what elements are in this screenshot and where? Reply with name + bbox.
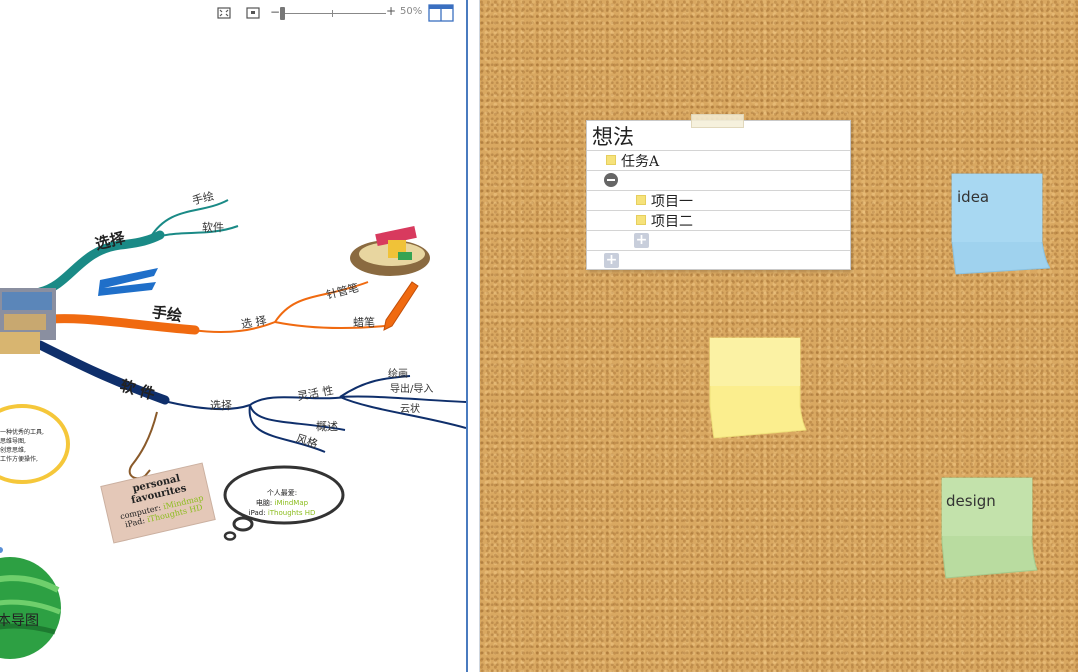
add-sub-item-button[interactable]: + [634,233,649,248]
checklist-add-row[interactable]: + [587,251,850,271]
callout-line: 工作方便操作, [0,456,38,463]
crayon-box-illustration [350,225,430,276]
sticky-note-text[interactable]: design [946,492,996,510]
checklist-item[interactable]: 任务A [587,151,850,171]
split-layout-icon[interactable] [428,4,454,22]
checkbox-icon[interactable] [606,155,616,165]
app-window: 选择 手绘 软件 手绘 选 择 针管笔 蜡笔 软 件 选择 灵活 性 概述 风格… [0,0,1078,672]
leaf-label-software[interactable]: 软件 [202,219,224,235]
leaf-label-painting[interactable]: 绘画 [388,365,408,380]
thought-bubble-tail-2 [223,531,237,541]
thought-bubble-line-2: iPad: iThoughts HD [236,508,328,518]
globe-label[interactable]: 本导图 [0,610,39,630]
zoom-percent: 50% [400,6,423,17]
callout-line: 一种优秀的工具, [0,429,44,436]
thought-bubble-line-2-value: iThoughts HD [267,509,316,517]
thought-bubble-line-1-value: iMindMap [274,499,309,507]
thought-bubble-text: 个人最爱: 电脑: iMindMap iPad: iThoughts HD [236,488,328,518]
brush-stroke-decoration [98,268,158,296]
checklist-item-text[interactable]: 项目一 [651,191,693,211]
checkbox-icon[interactable] [636,195,646,205]
leaf-label-cloud[interactable]: 云状 [400,400,420,415]
branch-label-hand-drawn[interactable]: 手绘 [151,301,184,326]
leaf-label-select-3[interactable]: 选择 [210,397,232,413]
globe-node[interactable] [0,557,61,659]
thought-bubble-line-1-label: 电脑: [255,499,273,507]
collapse-icon[interactable] [604,173,618,187]
globe-dot [0,547,3,553]
callout-line: 思维导图, [0,438,26,445]
sticky-note-text[interactable]: idea [957,188,989,206]
checkbox-icon[interactable] [636,215,646,225]
checklist-item[interactable]: 项目二 [587,211,850,231]
thought-bubble-line-2-label: iPad: [248,509,266,517]
fit-screen-icon[interactable] [216,5,232,21]
zoom-slider-handle[interactable] [280,7,285,20]
add-item-button[interactable]: + [604,253,619,268]
checklist-item-text[interactable]: 任务A [621,151,659,171]
checklist-group-row[interactable] [587,171,850,191]
checklist-item[interactable]: 项目一 [587,191,850,211]
checklist-item-text[interactable]: 项目二 [651,211,693,231]
zoom-in-button[interactable]: + [386,4,396,18]
mindmap-pane[interactable]: 选择 手绘 软件 手绘 选 择 针管笔 蜡笔 软 件 选择 灵活 性 概述 风格… [0,0,466,672]
zoom-slider-tick [332,10,333,17]
sticky-note-shape [709,337,807,439]
mindmap-canvas[interactable] [0,0,466,672]
zoom-toolbar: − + 50% [212,3,456,23]
cork-board[interactable]: 想法 任务A 项目一 项目二 + + idea design [480,0,1078,672]
checklist-add-sub-row[interactable]: + [587,231,850,251]
sticky-note-design[interactable]: design [940,476,1040,582]
frame-icon[interactable] [245,5,261,21]
thought-bubble-title: 个人最爱: [266,489,298,497]
crayon-icon [383,281,419,331]
thought-bubble-line-1: 电脑: iMindMap [236,498,328,508]
callout-line: 创意思维, [0,447,26,454]
leaf-label-overview[interactable]: 概述 [316,418,338,434]
checklist-title[interactable]: 想法 [592,121,634,151]
tape-strip [691,114,744,128]
leaf-label-crayon[interactable]: 蜡笔 [353,314,375,330]
pane-divider[interactable] [466,0,480,672]
zoom-out-button[interactable]: − [270,5,280,19]
callout-yellow-text: 一种优秀的工具, 思维导图, 创意思维, 工作方便操作, [0,428,44,464]
sticky-note-yellow[interactable] [708,336,808,442]
thought-bubble-tail-1 [232,516,254,532]
sticky-note-idea[interactable]: idea [950,172,1051,278]
checklist-card[interactable]: 想法 任务A 项目一 项目二 + + [586,120,851,270]
leaf-label-export-import[interactable]: 导出/导入 [390,380,433,395]
sub-line-select-3 [159,399,251,411]
fishing-hook-icon [128,411,158,480]
zoom-slider[interactable] [280,7,386,20]
